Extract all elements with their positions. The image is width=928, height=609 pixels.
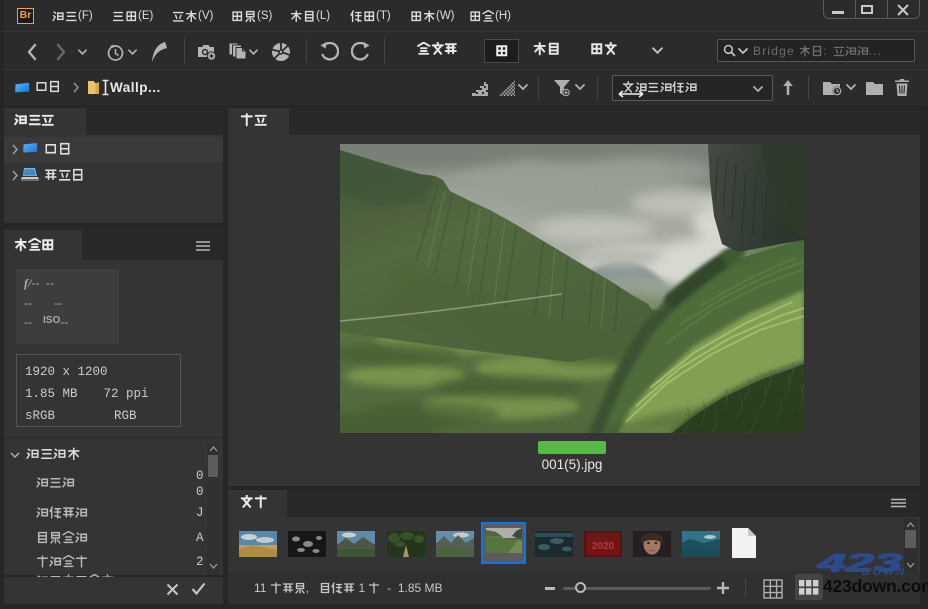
- svg-text:2020: 2020: [592, 541, 615, 552]
